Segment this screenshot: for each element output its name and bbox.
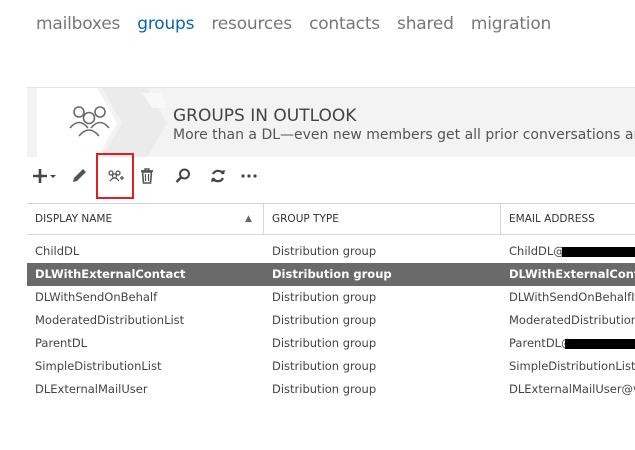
table-row[interactable]: SimpleDistributionList Distribution grou… [27, 355, 635, 378]
display-name-cell: DLWithSendOnBehalf [35, 290, 158, 304]
table-row-selected[interactable]: DLWithExternalContact Distribution group… [27, 263, 635, 286]
tab-resources[interactable]: resources [211, 14, 292, 34]
groups-promo-banner[interactable]: GROUPS IN OUTLOOK More than a DL—even ne… [27, 87, 635, 157]
refresh-icon [211, 169, 225, 183]
search-icon [175, 168, 190, 183]
column-header-display-name[interactable]: DISPLAY NAME ▲ [27, 204, 263, 234]
display-name-cell: DLWithExternalContact [35, 267, 186, 281]
table-row[interactable]: DLWithSendOnBehalf Distribution group DL… [27, 286, 635, 309]
email-cell: DLWithSendOnBehalfIf@ [509, 290, 635, 304]
display-name-cell: ParentDL [35, 336, 88, 350]
highlight-box [96, 153, 134, 199]
display-name-cell: ChildDL [35, 244, 80, 258]
column-header-group-type[interactable]: GROUP TYPE [264, 204, 500, 234]
tab-shared[interactable]: shared [397, 14, 454, 34]
plus-dropdown-icon [33, 169, 56, 183]
email-cell: DLExternalMailUser@vip [509, 382, 635, 396]
tab-mailboxes[interactable]: mailboxes [36, 14, 120, 34]
display-name-cell: DLExternalMailUser [35, 382, 148, 396]
banner-title: GROUPS IN OUTLOOK [173, 106, 357, 126]
redaction-bar [565, 339, 635, 349]
column-header-email-address[interactable]: EMAIL ADDRESS [501, 204, 635, 234]
table-row[interactable]: DLExternalMailUser Distribution group DL… [27, 378, 635, 401]
pencil-icon [73, 169, 86, 182]
table-row[interactable]: ParentDL Distribution group ParentDL@ [27, 332, 635, 355]
banner-subtitle: More than a DL—even new members get all … [173, 127, 635, 143]
group-type-cell: Distribution group [272, 267, 392, 281]
tab-contacts[interactable]: contacts [309, 14, 380, 34]
display-name-cell: SimpleDistributionList [35, 359, 162, 373]
email-cell: DLWithExternalContact [509, 267, 635, 281]
group-type-cell: Distribution group [272, 359, 377, 373]
table-row[interactable]: ChildDL Distribution group ChildDL@v [27, 240, 635, 263]
group-type-cell: Distribution group [272, 244, 377, 258]
group-type-cell: Distribution group [272, 336, 377, 350]
edit-button[interactable] [67, 166, 91, 186]
display-name-cell: ModeratedDistributionList [35, 313, 185, 327]
table-header: DISPLAY NAME ▲ GROUP TYPE EMAIL ADDRESS [27, 203, 635, 235]
refresh-button[interactable] [206, 166, 230, 186]
add-button[interactable] [29, 166, 59, 186]
email-cell: ModeratedDistributionL [509, 313, 635, 327]
top-nav-tabs: mailboxes groups resources contacts shar… [36, 14, 563, 40]
tab-migration[interactable]: migration [471, 14, 551, 34]
redaction-bar [562, 247, 635, 257]
group-type-cell: Distribution group [272, 313, 377, 327]
tab-groups[interactable]: groups [137, 14, 194, 34]
sort-ascending-icon: ▲ [245, 214, 252, 224]
more-button[interactable] [237, 166, 261, 186]
email-cell: SimpleDistributionList@ [509, 359, 635, 373]
group-people-icon [37, 88, 167, 157]
trash-icon [141, 168, 153, 184]
group-type-cell: Distribution group [272, 382, 377, 396]
table-row[interactable]: ModeratedDistributionList Distribution g… [27, 309, 635, 332]
ellipsis-icon [241, 174, 257, 178]
group-type-cell: Distribution group [272, 290, 377, 304]
search-button[interactable] [171, 166, 195, 186]
delete-button[interactable] [135, 166, 159, 186]
